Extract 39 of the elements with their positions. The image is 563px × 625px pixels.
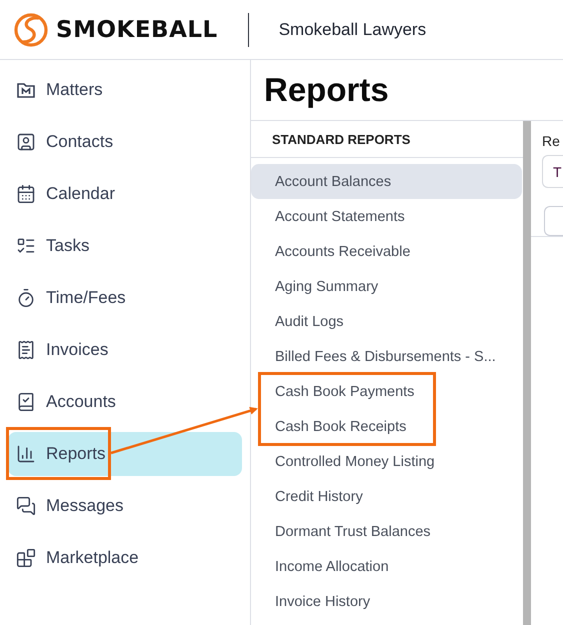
nav-item[interactable]: Invoices (8, 328, 242, 372)
stopwatch-icon (16, 288, 36, 308)
report-item[interactable]: Billed Fees & Disbursements - S... (251, 339, 522, 374)
nav-item[interactable]: Marketplace (8, 536, 242, 580)
calendar-icon (16, 184, 36, 204)
nav-item[interactable]: Messages (8, 484, 242, 528)
report-item[interactable]: Aging Summary (251, 269, 522, 304)
nav-item[interactable]: Matters (8, 68, 242, 112)
logo-icon (14, 12, 48, 46)
report-item[interactable]: Controlled Money Listing (251, 444, 522, 479)
brand-name: SMOKEBALL (56, 16, 218, 42)
report-item[interactable]: Income Allocation (251, 549, 522, 584)
report-item[interactable]: Invoice History (251, 584, 522, 619)
nav-item[interactable]: Tasks (8, 224, 242, 268)
report-item[interactable]: Audit Logs (251, 304, 522, 339)
nav-item[interactable]: Accounts (8, 380, 242, 424)
input-field[interactable] (544, 206, 563, 236)
report-item[interactable]: Account Statements (251, 199, 522, 234)
firm-name: Smokeball Lawyers (278, 20, 426, 40)
bar-chart-icon (16, 444, 36, 464)
report-item[interactable]: Dormant Trust Balances (251, 514, 522, 549)
report-item[interactable]: Accounts Receivable (251, 234, 522, 269)
report-item[interactable]: Credit History (251, 479, 522, 514)
report-item[interactable]: Account Balances (251, 164, 522, 199)
nav-item[interactable]: Contacts (8, 120, 242, 164)
field-label: Re (542, 133, 560, 149)
report-item[interactable]: Cash Book Receipts (251, 409, 522, 444)
contact-icon (16, 132, 36, 152)
messages-icon (16, 496, 36, 516)
nav-item[interactable]: Calendar (8, 172, 242, 216)
report-item[interactable]: Cash Book Payments (251, 374, 522, 409)
folder-icon (16, 80, 36, 100)
blocks-icon (16, 548, 36, 568)
select-field[interactable]: T (542, 155, 563, 188)
page-title: Reports (263, 70, 390, 110)
book-icon (16, 392, 36, 412)
receipt-icon (16, 340, 36, 360)
scrollbar[interactable] (523, 121, 531, 625)
nav-item[interactable]: Time/Fees (8, 276, 242, 320)
